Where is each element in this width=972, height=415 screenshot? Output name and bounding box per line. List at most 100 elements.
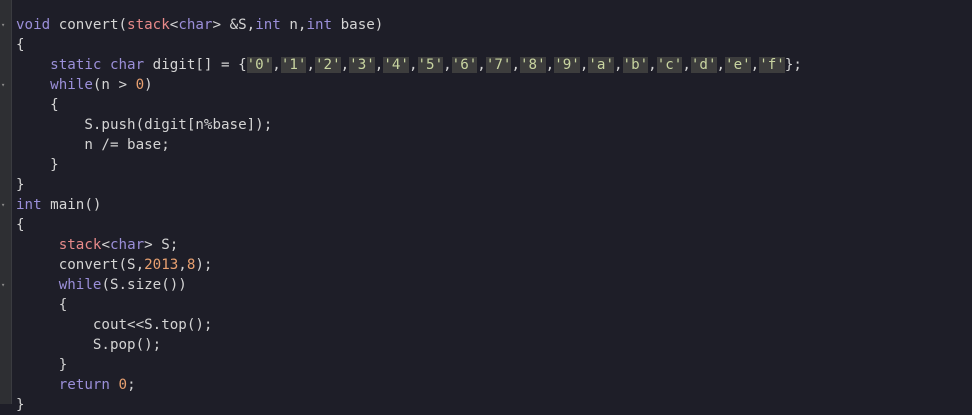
- code-token: }: [16, 357, 68, 373]
- keyword-token: void: [16, 17, 51, 33]
- code-token: > &S,: [212, 17, 256, 33]
- code-token: ,: [408, 57, 418, 73]
- code-line[interactable]: S.pop();: [16, 335, 802, 355]
- code-token: digit[] = {: [144, 57, 247, 73]
- code-line[interactable]: int main(): [16, 195, 802, 215]
- code-token: ,: [648, 57, 657, 73]
- code-token: main(): [41, 197, 102, 213]
- code-token: <: [101, 237, 110, 253]
- code-token: ,: [340, 57, 350, 73]
- code-token: ,: [613, 57, 623, 73]
- code-token: }: [16, 177, 25, 193]
- editor-gutter: ▾ ▾ ▾ ▾: [0, 0, 12, 404]
- char-literal-token: 'd': [690, 57, 717, 73]
- keyword-token: while: [58, 277, 102, 293]
- fold-icon[interactable]: ▾: [1, 281, 9, 289]
- code-token: ,: [306, 57, 315, 73]
- code-token: n /= base;: [16, 137, 170, 153]
- code-token: );: [195, 257, 213, 273]
- code-line[interactable]: while(n > 0): [16, 75, 802, 95]
- keyword-token: return: [58, 377, 110, 393]
- type-token: stack: [127, 17, 170, 33]
- char-literal-token: '0': [246, 57, 273, 73]
- keyword-token: static: [50, 57, 102, 73]
- keyword-token: char: [109, 237, 145, 253]
- keyword-token: char: [178, 17, 213, 33]
- code-token: S.push(digit[n%base]);: [16, 117, 273, 133]
- code-token: ;: [127, 377, 136, 393]
- char-literal-token: '5': [417, 57, 444, 73]
- code-token: cout<<S.top();: [16, 317, 213, 333]
- char-literal-token: 'c': [656, 57, 683, 73]
- code-token: convert(S,: [16, 257, 145, 273]
- char-literal-token: '8': [520, 57, 546, 73]
- code-token: convert(: [50, 17, 128, 33]
- code-token: {: [16, 37, 25, 53]
- code-editor[interactable]: ▾ ▾ ▾ ▾ void convert(stack<char> &S,int …: [0, 0, 972, 413]
- code-line[interactable]: static char digit[] = {'0','1','2','3','…: [16, 55, 802, 75]
- fold-icon[interactable]: ▾: [1, 201, 9, 209]
- number-token: 0: [135, 77, 145, 93]
- code-line[interactable]: }: [16, 355, 802, 375]
- number-token: 0: [118, 377, 128, 393]
- code-token: ,: [443, 57, 452, 73]
- keyword-token: while: [50, 77, 93, 93]
- code-token: > S;: [144, 237, 179, 253]
- code-token: ,: [511, 57, 521, 73]
- code-text-area[interactable]: void convert(stack<char> &S,int n,int ba…: [16, 15, 802, 415]
- code-line[interactable]: S.push(digit[n%base]);: [16, 115, 802, 135]
- code-line[interactable]: n /= base;: [16, 135, 802, 155]
- code-line[interactable]: }: [16, 395, 802, 415]
- fold-icon[interactable]: ▾: [1, 21, 9, 29]
- code-line[interactable]: stack<char> S;: [16, 235, 802, 255]
- code-line[interactable]: while(S.size()): [16, 275, 802, 295]
- number-token: 2013: [144, 257, 179, 273]
- char-literal-token: 'e': [725, 57, 751, 73]
- char-literal-token: 'f': [759, 57, 785, 73]
- char-literal-token: '4': [383, 57, 409, 73]
- char-literal-token: '7': [485, 57, 512, 73]
- fold-icon[interactable]: ▾: [1, 81, 9, 89]
- char-literal-token: '2': [314, 57, 341, 73]
- code-token: {: [16, 97, 59, 113]
- code-token: }: [16, 157, 59, 173]
- code-token: ,: [272, 57, 281, 73]
- code-token: ,: [477, 57, 486, 73]
- code-line[interactable]: convert(S,2013,8);: [16, 255, 802, 275]
- code-line[interactable]: {: [16, 35, 802, 55]
- code-token: n,: [280, 17, 307, 33]
- code-token: }: [16, 397, 25, 413]
- keyword-token: char: [109, 57, 145, 73]
- code-line[interactable]: }: [16, 155, 802, 175]
- code-line[interactable]: {: [16, 95, 802, 115]
- code-line[interactable]: return 0;: [16, 375, 802, 395]
- char-literal-token: '6': [451, 57, 478, 73]
- code-line[interactable]: }: [16, 175, 802, 195]
- char-literal-token: 'b': [622, 57, 649, 73]
- char-literal-token: 'a': [588, 57, 614, 73]
- char-literal-token: '9': [554, 57, 580, 73]
- code-token: ,: [750, 57, 760, 73]
- code-token: ,: [716, 57, 726, 73]
- keyword-token: int: [306, 17, 333, 33]
- code-token: {: [16, 217, 25, 233]
- char-literal-token: '3': [349, 57, 375, 73]
- code-token: (n >: [92, 77, 136, 93]
- code-token: ,: [682, 57, 691, 73]
- code-line[interactable]: {: [16, 295, 802, 315]
- code-token: ,: [178, 257, 187, 273]
- char-literal-token: '1': [280, 57, 307, 73]
- type-token: stack: [58, 237, 102, 253]
- code-line[interactable]: cout<<S.top();: [16, 315, 802, 335]
- code-token: (S.size()): [101, 277, 187, 293]
- keyword-token: int: [255, 17, 281, 33]
- code-line[interactable]: void convert(stack<char> &S,int n,int ba…: [16, 15, 802, 35]
- code-token: S.pop();: [16, 337, 162, 353]
- code-line[interactable]: {: [16, 215, 802, 235]
